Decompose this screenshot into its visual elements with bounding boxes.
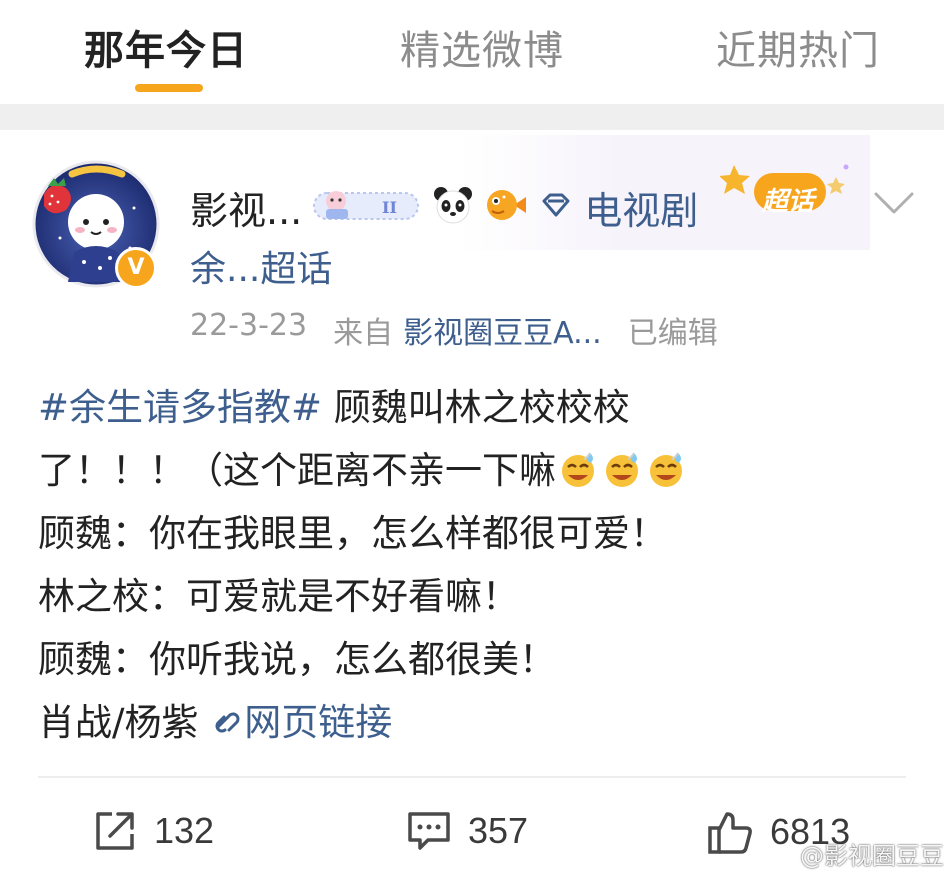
supertopic-tag[interactable]: 超话 [719,155,860,225]
post-text: 肖战/杨紫 [38,701,211,744]
active-tab-indicator [135,84,203,92]
post-date: 22-3-23 [190,308,308,343]
repost-icon [96,812,134,850]
tab-on-this-day[interactable]: 那年今日 [84,18,248,76]
actions-divider [38,776,906,778]
avatar[interactable]: V [30,158,162,290]
weibo-post-card: V 影视... II 电视剧 超话 余...超话 22-3-23 来自 影视圈豆… [0,130,944,876]
diamond-icon [538,187,574,227]
post-text: 顾魏叫林之校校校 [322,386,630,429]
link-icon [215,712,240,733]
supertopic-tag-label: 超话 [762,187,815,217]
author-line: 影视... II 电视剧 [190,180,698,235]
weibo-logo-icon [771,844,798,866]
hashtag-link[interactable]: #余生请多指教# [38,386,322,429]
comment-icon [408,812,450,850]
post-line: 顾魏：你听我说，怎么都很美！ [38,628,918,691]
post-line: 肖战/杨紫 网页链接 [38,691,918,754]
web-link-label: 网页链接 [244,701,393,744]
source-name[interactable]: 影视圈豆豆A... [403,308,602,352]
post-line: 林之校：可爱就是不好看嘛！ [38,565,918,628]
edited-label[interactable]: 已编辑 [628,308,718,352]
top-tab-bar: 那年今日 精选微博 近期热门 [0,0,944,104]
thumbs-up-icon [708,812,752,854]
supertopic-link[interactable]: 余...超话 [190,240,332,292]
post-text: 顾魏：你在我眼里，怎么样都很可爱！ [38,512,667,555]
happy-sweat-emoji-icon [558,445,600,508]
section-divider [0,104,944,130]
post-body: #余生请多指教# 顾魏叫林之校校校 了！！！（这个距离不亲一下嘛 顾魏：你在我眼… [38,376,918,754]
post-text: 了！！！（这个距离不亲一下嘛 [38,449,556,492]
post-line: 顾魏：你在我眼里，怎么样都很可爱！ [38,502,918,565]
tab-recent-hot[interactable]: 近期热门 [716,18,880,76]
source-label: 来自 [333,316,394,351]
post-line: 了！！！（这个距离不亲一下嘛 [38,439,918,502]
repost-button[interactable]: 132 [92,808,214,854]
panda-icon [432,185,474,229]
repost-count: 132 [154,810,215,851]
watermark-text: @影视圈豆豆 [800,842,944,870]
author-name[interactable]: 影视... [190,180,302,235]
gemini-sticker-icon: II [312,185,422,229]
svg-text:II: II [382,198,397,217]
chevron-down-icon[interactable] [872,188,916,222]
post-meta: 22-3-23 来自 影视圈豆豆A... 已编辑 [190,308,718,352]
post-text: 顾魏：你听我说，怎么都很美！ [38,638,556,681]
post-line: #余生请多指教# 顾魏叫林之校校校 [38,376,918,439]
happy-sweat-emoji-icon [602,445,644,508]
web-link[interactable]: 网页链接 [210,701,392,744]
post-text: 林之校：可爱就是不好看嘛！ [38,575,519,618]
happy-sweat-emoji-icon [646,445,688,508]
tab-featured-weibo[interactable]: 精选微博 [400,18,564,76]
weibo-watermark: @影视圈豆豆 [770,836,944,871]
pufferfish-icon [484,185,528,229]
comment-count: 357 [468,810,529,851]
verified-badge: V [115,247,157,289]
category-link[interactable]: 电视剧 [584,180,698,235]
comment-button[interactable]: 357 [406,808,528,854]
